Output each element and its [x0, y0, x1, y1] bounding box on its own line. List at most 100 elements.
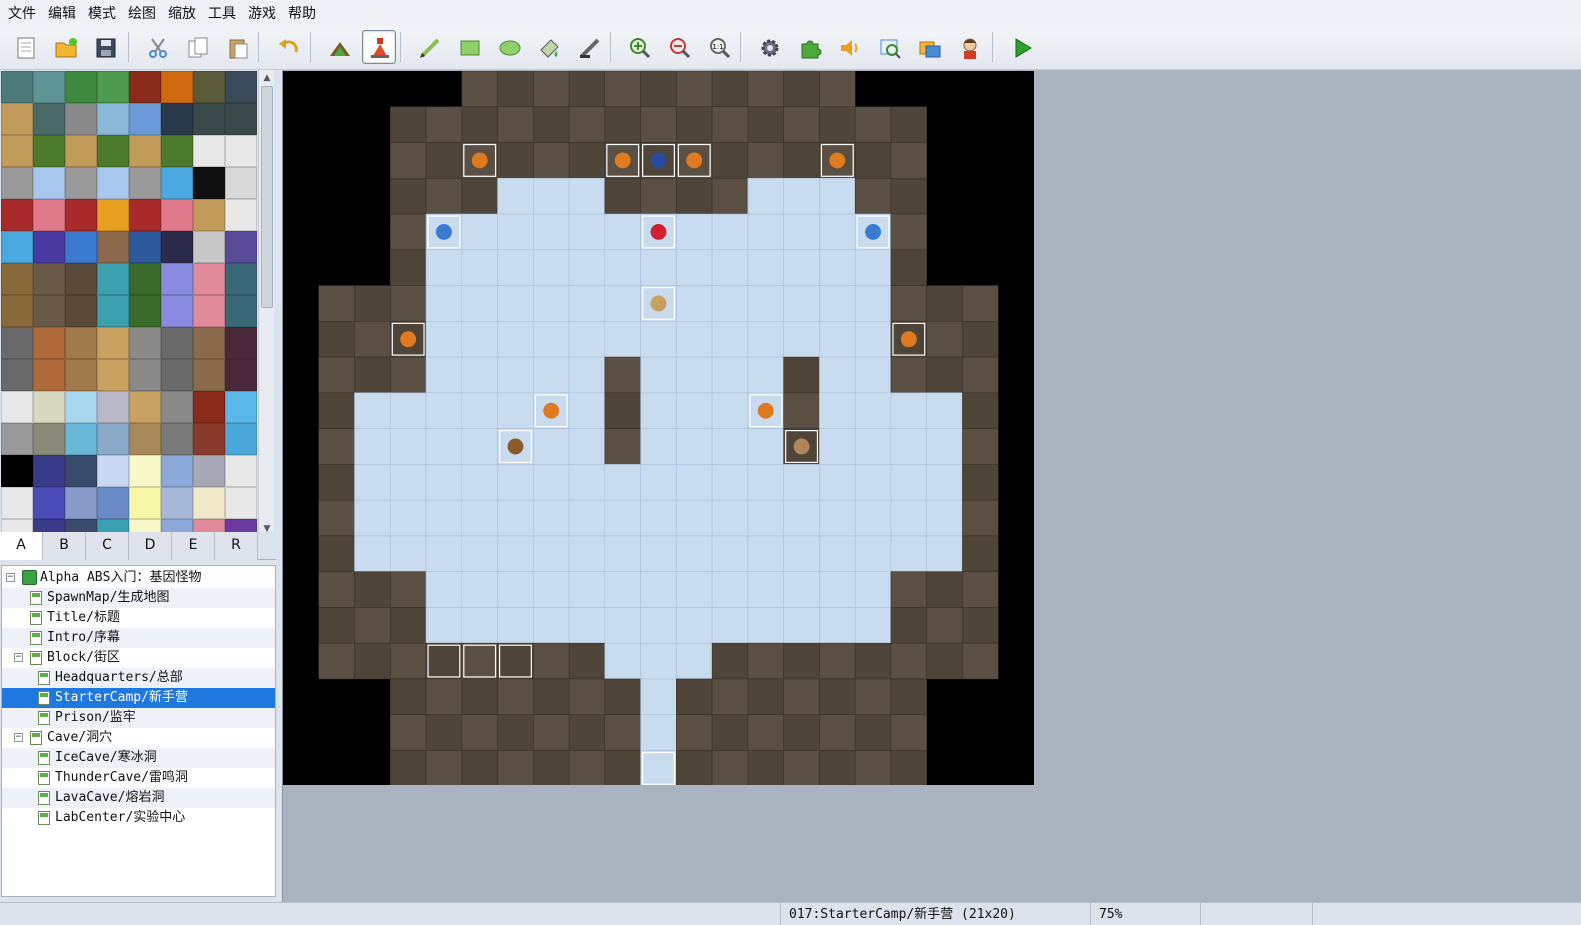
map-tree-item[interactable]: Intro/序幕	[2, 628, 275, 648]
ellipse-button[interactable]	[492, 30, 526, 64]
menu-item-5[interactable]: 工具	[206, 3, 244, 23]
tileset-tile[interactable]	[161, 103, 193, 135]
tileset-tile[interactable]	[33, 263, 65, 295]
menu-item-1[interactable]: 编辑	[46, 3, 84, 23]
tileset-tile[interactable]	[65, 359, 97, 391]
tileset-tile[interactable]	[129, 167, 161, 199]
tab-tileset-r[interactable]: R	[215, 532, 258, 560]
undo-button[interactable]	[270, 30, 304, 64]
tileset-tile[interactable]	[97, 295, 129, 327]
tileset-tile[interactable]	[129, 391, 161, 423]
tileset-tile[interactable]	[161, 391, 193, 423]
tileset-tile[interactable]	[65, 423, 97, 455]
tileset-tile[interactable]	[193, 199, 225, 231]
tileset-tile[interactable]	[129, 71, 161, 103]
tileset-tile[interactable]	[161, 295, 193, 327]
tileset-tile[interactable]	[161, 359, 193, 391]
scrollbar-thumb[interactable]	[261, 86, 273, 308]
tileset-tile[interactable]	[1, 167, 33, 199]
tileset-tile[interactable]	[129, 135, 161, 167]
collapse-icon[interactable]: −	[14, 733, 23, 742]
map-tree-item[interactable]: Prison/监牢	[2, 708, 275, 728]
tileset-tile[interactable]	[65, 487, 97, 519]
tileset-tile[interactable]	[33, 71, 65, 103]
menu-item-6[interactable]: 游戏	[246, 3, 284, 23]
tileset-tile[interactable]	[65, 71, 97, 103]
tileset-tile[interactable]	[193, 391, 225, 423]
map-tree-item[interactable]: Headquarters/总部	[2, 668, 275, 688]
tileset-tile[interactable]	[65, 231, 97, 263]
tileset-tile[interactable]	[161, 231, 193, 263]
tileset-tile[interactable]	[129, 455, 161, 487]
paste-button[interactable]	[220, 30, 254, 64]
tileset-tile[interactable]	[97, 327, 129, 359]
menu-item-2[interactable]: 模式	[86, 3, 124, 23]
tileset-tile[interactable]	[97, 487, 129, 519]
tileset-tile[interactable]	[65, 135, 97, 167]
cut-button[interactable]	[140, 30, 174, 64]
tileset-tile[interactable]	[225, 455, 257, 487]
database-button[interactable]	[752, 30, 786, 64]
tileset-tile[interactable]	[225, 199, 257, 231]
map-tree-item[interactable]: − Block/街区	[2, 648, 275, 668]
tileset-tile[interactable]	[1, 487, 33, 519]
tileset-tile[interactable]	[161, 135, 193, 167]
tileset-tile[interactable]	[161, 71, 193, 103]
tileset-tile[interactable]	[225, 71, 257, 103]
map-tree-item[interactable]: SpawnMap/生成地图	[2, 588, 275, 608]
rectangle-button[interactable]	[452, 30, 486, 64]
tileset-tile[interactable]	[65, 327, 97, 359]
event-search-button[interactable]	[872, 30, 906, 64]
tab-tileset-c[interactable]: C	[86, 532, 129, 560]
map-tree-item[interactable]: Title/标题	[2, 608, 275, 628]
tileset-tile[interactable]	[33, 231, 65, 263]
tileset-tile[interactable]	[225, 263, 257, 295]
tileset-tile[interactable]	[225, 167, 257, 199]
map-tree-item[interactable]: IceCave/寒冰洞	[2, 748, 275, 768]
tileset-tile[interactable]	[33, 359, 65, 391]
tileset-tile[interactable]	[33, 423, 65, 455]
tileset-tile[interactable]	[161, 455, 193, 487]
zoom-out-button[interactable]	[662, 30, 696, 64]
tileset-tile[interactable]	[97, 71, 129, 103]
tileset-tile[interactable]	[161, 263, 193, 295]
tileset-tile[interactable]	[97, 135, 129, 167]
tileset-tile[interactable]	[97, 199, 129, 231]
tileset-tile[interactable]	[65, 199, 97, 231]
tileset-tile[interactable]	[97, 231, 129, 263]
tileset-tile[interactable]	[161, 487, 193, 519]
tileset-tile[interactable]	[129, 103, 161, 135]
tileset-tile[interactable]	[193, 487, 225, 519]
zoom-in-button[interactable]	[622, 30, 656, 64]
tileset-tile[interactable]	[33, 327, 65, 359]
tileset-tile[interactable]	[161, 327, 193, 359]
tileset-tile[interactable]	[97, 391, 129, 423]
menu-item-4[interactable]: 缩放	[166, 3, 204, 23]
fill-button[interactable]	[532, 30, 566, 64]
map-layer-button[interactable]	[322, 30, 356, 64]
plugin-button[interactable]	[792, 30, 826, 64]
tileset-tile[interactable]	[97, 359, 129, 391]
event-layer-button[interactable]	[362, 30, 396, 64]
tileset-tile[interactable]	[65, 391, 97, 423]
tileset-tile[interactable]	[1, 295, 33, 327]
tileset-tile[interactable]	[129, 423, 161, 455]
tileset-tile[interactable]	[225, 391, 257, 423]
tileset-tile[interactable]	[1, 327, 33, 359]
tileset-tile[interactable]	[97, 103, 129, 135]
map-tree-item[interactable]: LabCenter/实验中心	[2, 808, 275, 828]
new-project-button[interactable]	[8, 30, 42, 64]
tileset-scrollbar[interactable]: ▲ ▼	[258, 70, 274, 538]
tileset-tile[interactable]	[129, 199, 161, 231]
map-tree-item[interactable]: StarterCamp/新手营	[2, 688, 275, 708]
tileset-tile[interactable]	[129, 263, 161, 295]
map-tree-item[interactable]: ThunderCave/雷鸣洞	[2, 768, 275, 788]
sound-test-button[interactable]	[832, 30, 866, 64]
tab-tileset-e[interactable]: E	[172, 532, 215, 560]
tileset-tile[interactable]	[225, 359, 257, 391]
tileset-tile[interactable]	[1, 231, 33, 263]
tileset-tile[interactable]	[193, 327, 225, 359]
tileset-tile[interactable]	[225, 103, 257, 135]
map-tree-item[interactable]: − Cave/洞穴	[2, 728, 275, 748]
tileset-tile[interactable]	[33, 135, 65, 167]
